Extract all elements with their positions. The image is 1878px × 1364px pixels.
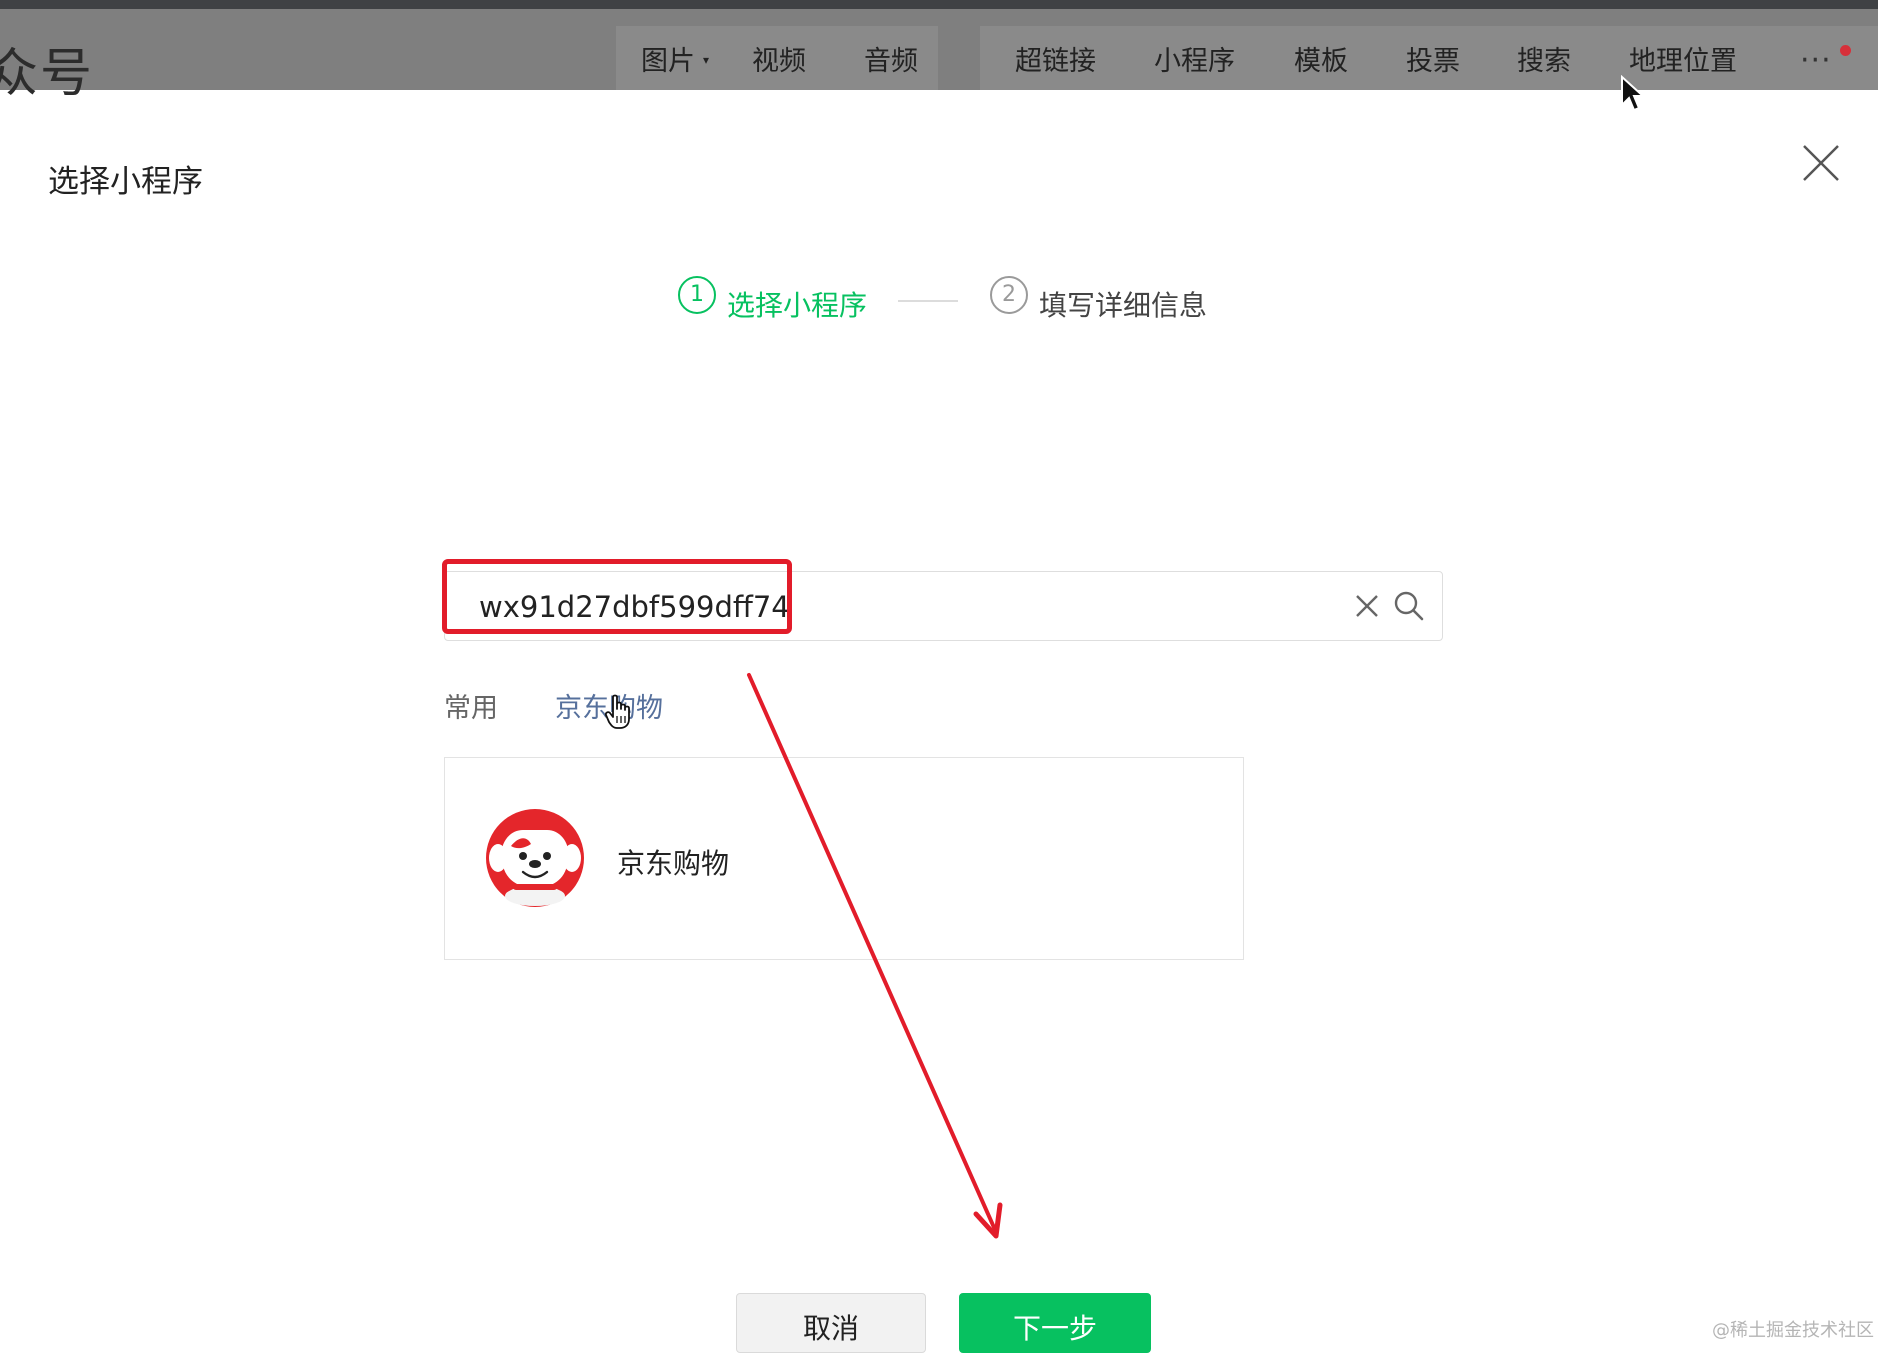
mouse-pointer-icon [1621, 75, 1646, 112]
toolbar-miniprogram-button[interactable]: 小程序 [1154, 47, 1235, 77]
result-item-name: 京东购物 [617, 847, 730, 880]
brand-fragment: 众号 [0, 44, 95, 104]
step-1-number: 1 [678, 276, 716, 314]
tab-common[interactable]: 常用 [444, 686, 498, 725]
toolbar-search-button[interactable]: 搜索 [1517, 47, 1571, 77]
editor-toolbar: 众号 图片 ▾ 视频 音频 超链接 小程序 模板 投票 搜索 地理位置 ··· [0, 9, 1878, 104]
result-list: 京东购物 [444, 757, 1244, 960]
result-item[interactable]: 京东购物 [445, 758, 1243, 959]
step-2-label: 填写详细信息 [1039, 289, 1208, 322]
toolbar-vote-button[interactable]: 投票 [1406, 47, 1460, 77]
clear-icon[interactable] [1353, 592, 1381, 620]
toolbar-location-button[interactable]: 地理位置 [1629, 47, 1737, 77]
toolbar-hyperlink-button[interactable]: 超链接 [1015, 47, 1096, 77]
jd-mascot-avatar-icon [486, 809, 584, 907]
more-icon[interactable]: ··· [1800, 43, 1832, 78]
toolbar-video-button[interactable]: 视频 [752, 47, 806, 77]
step-indicator: 1 选择小程序 2 填写详细信息 [0, 270, 1878, 322]
toolbar-image-label: 图片 [641, 46, 695, 77]
notification-dot [1840, 45, 1851, 56]
next-step-button[interactable]: 下一步 [959, 1293, 1151, 1353]
step-1-label: 选择小程序 [727, 289, 868, 322]
close-icon[interactable] [1800, 142, 1842, 184]
annotation-highlight-box [442, 559, 792, 634]
toolbar-image-button[interactable]: 图片 ▾ [641, 47, 709, 81]
top-edge [0, 0, 1878, 9]
toolbar-template-button[interactable]: 模板 [1294, 47, 1348, 77]
toolbar-audio-button[interactable]: 音频 [864, 47, 918, 77]
cancel-button[interactable]: 取消 [736, 1293, 926, 1353]
dialog-title: 选择小程序 [48, 164, 203, 200]
chevron-down-icon: ▾ [703, 53, 710, 67]
search-icon[interactable] [1393, 590, 1425, 622]
step-2-number: 2 [990, 276, 1028, 314]
hand-pointer-icon [604, 694, 630, 729]
watermark: @稀土掘金技术社区 [1712, 1320, 1874, 1341]
annotation-arrow [747, 673, 1003, 1239]
step-divider [898, 300, 958, 302]
